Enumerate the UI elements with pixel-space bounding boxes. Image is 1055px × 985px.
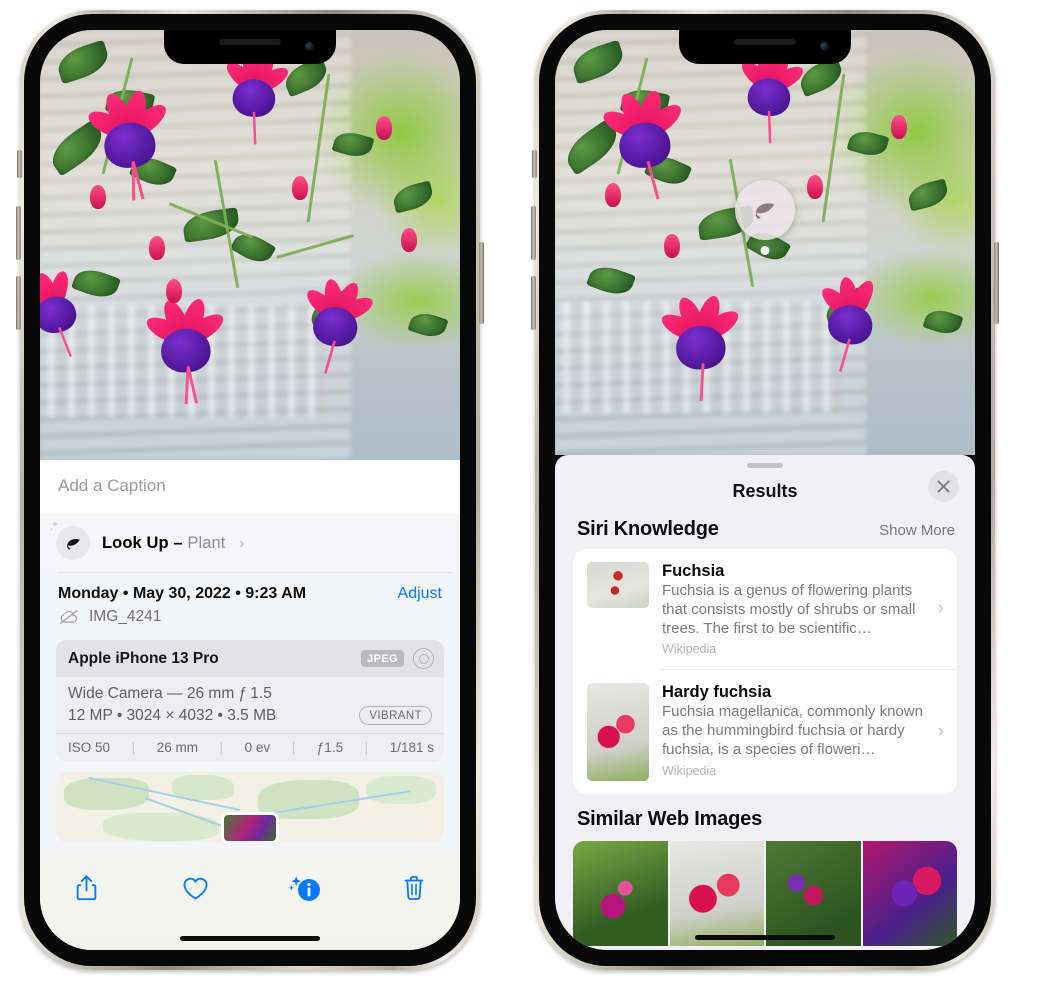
caption-placeholder: Add a Caption <box>58 476 166 495</box>
volume-up-button-right[interactable] <box>531 206 536 260</box>
resolution-info: 12 MP • 3024 × 4032 • 3.5 MB <box>68 706 277 724</box>
exif-separator: | <box>364 740 369 755</box>
results-header: Results <box>555 468 975 514</box>
chevron-right-icon: › <box>937 598 944 620</box>
front-camera <box>305 42 314 51</box>
similar-web-images-header: Similar Web Images <box>555 794 975 835</box>
power-button-right[interactable] <box>994 242 999 324</box>
look-up-label: Look Up – Plant <box>102 534 225 553</box>
close-button[interactable] <box>928 471 959 502</box>
earpiece-speaker <box>734 39 796 45</box>
similar-web-images-strip[interactable] <box>573 841 957 947</box>
exif-row: ISO 50 | 26 mm | 0 ev | ƒ1.5 | 1/181 s <box>56 733 444 762</box>
share-icon <box>76 875 96 901</box>
screen-right: Results Siri Knowledge Show More Fuchsia… <box>555 30 975 950</box>
info-button[interactable] <box>283 868 327 908</box>
siri-knowledge-title: Siri Knowledge <box>577 518 719 540</box>
delete-button[interactable] <box>392 868 436 908</box>
knowledge-source: Wikipedia <box>662 763 717 778</box>
cloud-slash-icon <box>59 609 78 625</box>
exif-shutter: 1/181 s <box>389 740 435 755</box>
hdr-circle-icon <box>413 648 434 669</box>
share-button[interactable] <box>64 868 108 908</box>
knowledge-thumbnail <box>587 683 649 782</box>
iphone-right: Results Siri Knowledge Show More Fuchsia… <box>531 10 999 970</box>
photo-style-badge: VIBRANT <box>359 706 432 725</box>
trash-icon <box>404 876 424 900</box>
look-up-prefix: Look Up – <box>102 533 188 552</box>
similar-web-images-title: Similar Web Images <box>577 808 762 831</box>
camera-card-header: Apple iPhone 13 Pro JPEG <box>56 640 444 677</box>
exif-separator: | <box>291 740 296 755</box>
power-button-left[interactable] <box>479 242 484 324</box>
camera-device-name: Apple iPhone 13 Pro <box>68 649 219 667</box>
mute-switch-right[interactable] <box>532 150 537 178</box>
photo-date: Monday • May 30, 2022 • 9:23 AM <box>58 585 307 602</box>
exif-ev: 0 ev <box>244 740 271 755</box>
chevron-right-icon: › <box>239 534 245 552</box>
web-image-thumbnail[interactable] <box>862 841 957 947</box>
web-image-thumbnail[interactable] <box>573 841 668 947</box>
exif-aperture: ƒ1.5 <box>316 740 344 755</box>
iphone-left: Add a Caption Look Up – Plant › Monday •… <box>16 10 484 970</box>
chevron-right-icon: › <box>937 721 944 743</box>
knowledge-description: Fuchsia magellanica, commonly known as t… <box>662 703 923 758</box>
leaf-icon <box>755 203 775 219</box>
photo-metadata: Monday • May 30, 2022 • 9:23 AM Adjust I… <box>40 573 460 634</box>
adjust-button[interactable]: Adjust <box>398 585 442 603</box>
close-icon <box>937 480 950 493</box>
knowledge-title: Hardy fuchsia <box>662 683 772 702</box>
exif-focal: 26 mm <box>156 740 198 755</box>
info-sparkle-icon <box>288 876 320 901</box>
camera-card-body: Wide Camera — 26 mm ƒ 1.5 12 MP • 3024 ×… <box>56 677 444 733</box>
knowledge-description: Fuchsia is a genus of flowering plants t… <box>662 582 916 637</box>
results-sheet: Results Siri Knowledge Show More Fuchsia… <box>555 455 975 950</box>
photo-toolbar <box>40 854 460 950</box>
volume-up-button-left[interactable] <box>16 206 21 260</box>
look-up-subject: Plant <box>187 533 226 552</box>
siri-knowledge-header: Siri Knowledge Show More <box>555 514 975 549</box>
location-map-preview[interactable] <box>56 772 444 842</box>
format-badge: JPEG <box>361 650 404 667</box>
exif-separator: | <box>219 740 224 755</box>
favorite-button[interactable] <box>173 868 217 908</box>
visual-lookup-badge[interactable] <box>735 180 795 255</box>
photo-viewer-right[interactable] <box>555 30 975 455</box>
map-photo-thumbnail <box>221 812 279 842</box>
badge-pointer-dot <box>760 246 770 255</box>
knowledge-thumbnail <box>587 562 649 608</box>
volume-down-button-right[interactable] <box>531 276 536 330</box>
leaf-glyph <box>66 538 80 550</box>
photo-filename: IMG_4241 <box>89 608 162 625</box>
camera-info-card[interactable]: Apple iPhone 13 Pro JPEG Wide Camera — 2… <box>56 640 444 762</box>
notch-left <box>164 30 336 64</box>
lens-info: Wide Camera — 26 mm ƒ 1.5 <box>68 685 272 702</box>
web-image-thumbnail[interactable] <box>766 841 861 947</box>
siri-knowledge-card: Fuchsia Fuchsia is a genus of flowering … <box>573 549 957 795</box>
exif-iso: ISO 50 <box>68 740 111 755</box>
results-title: Results <box>732 480 798 501</box>
sparkle-icon <box>49 520 59 532</box>
notch-right <box>679 30 851 64</box>
photo-viewer[interactable] <box>40 30 460 460</box>
home-indicator[interactable] <box>695 935 835 940</box>
show-more-button[interactable]: Show More <box>879 522 955 539</box>
volume-down-button-left[interactable] <box>16 276 21 330</box>
photo-info-sheet: Add a Caption Look Up – Plant › Monday •… <box>40 460 460 950</box>
knowledge-title: Fuchsia <box>662 562 725 580</box>
leaf-icon <box>49 520 90 560</box>
mute-switch-left[interactable] <box>17 150 22 178</box>
caption-field[interactable]: Add a Caption <box>40 460 460 514</box>
look-up-row[interactable]: Look Up – Plant › <box>40 514 460 572</box>
screen-left: Add a Caption Look Up – Plant › Monday •… <box>40 30 460 950</box>
earpiece-speaker <box>219 39 281 45</box>
front-camera <box>820 42 829 51</box>
knowledge-item-fuchsia[interactable]: Fuchsia Fuchsia is a genus of flowering … <box>573 549 957 669</box>
home-indicator[interactable] <box>180 936 320 941</box>
exif-separator: | <box>131 740 136 755</box>
knowledge-item-hardy-fuchsia[interactable]: Hardy fuchsia Fuchsia magellanica, commo… <box>573 670 957 794</box>
heart-icon <box>183 877 208 900</box>
web-image-thumbnail[interactable] <box>669 841 764 947</box>
knowledge-source: Wikipedia <box>662 642 717 657</box>
